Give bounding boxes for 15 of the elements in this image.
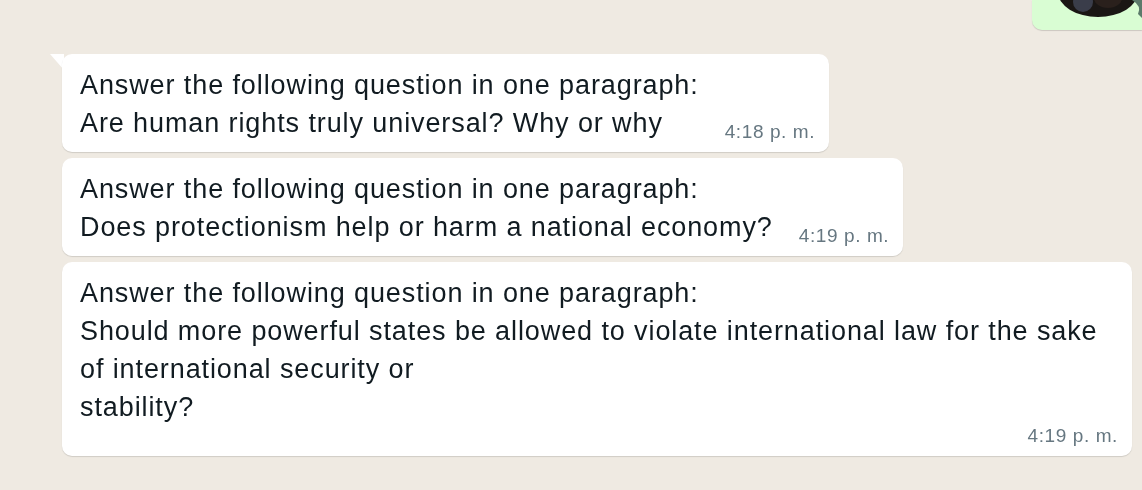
message-text: Are human rights truly universal? Why or why xyxy=(80,107,664,140)
message-bubble[interactable]: Answer the following question in one paragraph: Does protectionism help or harm a national economy? 4:19 p. m. xyxy=(62,158,904,256)
message-bubble[interactable]: Answer the following question in one paragraph: Should more powerful states be allowed to violate international law for the sake of international security or stability? 4:19 p. m. xyxy=(62,262,1132,456)
message-text: Does protectionism help or harm a national economy? xyxy=(80,211,773,244)
message-time: 4:19 p. m. xyxy=(797,226,890,246)
message-time: 4:19 p. m. xyxy=(1026,426,1118,446)
message-time: 4:18 p. m. xyxy=(723,122,816,142)
message-text: Should more powerful states be allowed to violate international law for the sake xyxy=(80,315,1098,348)
message-text: Answer the following question in one paragraph: xyxy=(80,173,700,206)
message-text: stability? xyxy=(80,391,196,424)
message-bubble[interactable]: Answer the following question in one paragraph: Are human rights truly universal? Why or why 4:18 p. m. xyxy=(62,54,830,152)
sent-message-bubble[interactable] xyxy=(1032,0,1142,30)
message-text: Answer the following question in one paragraph: xyxy=(80,277,700,310)
message-text: Answer the following question in one paragraph: xyxy=(80,69,699,102)
message-text: of international security or xyxy=(80,353,416,386)
